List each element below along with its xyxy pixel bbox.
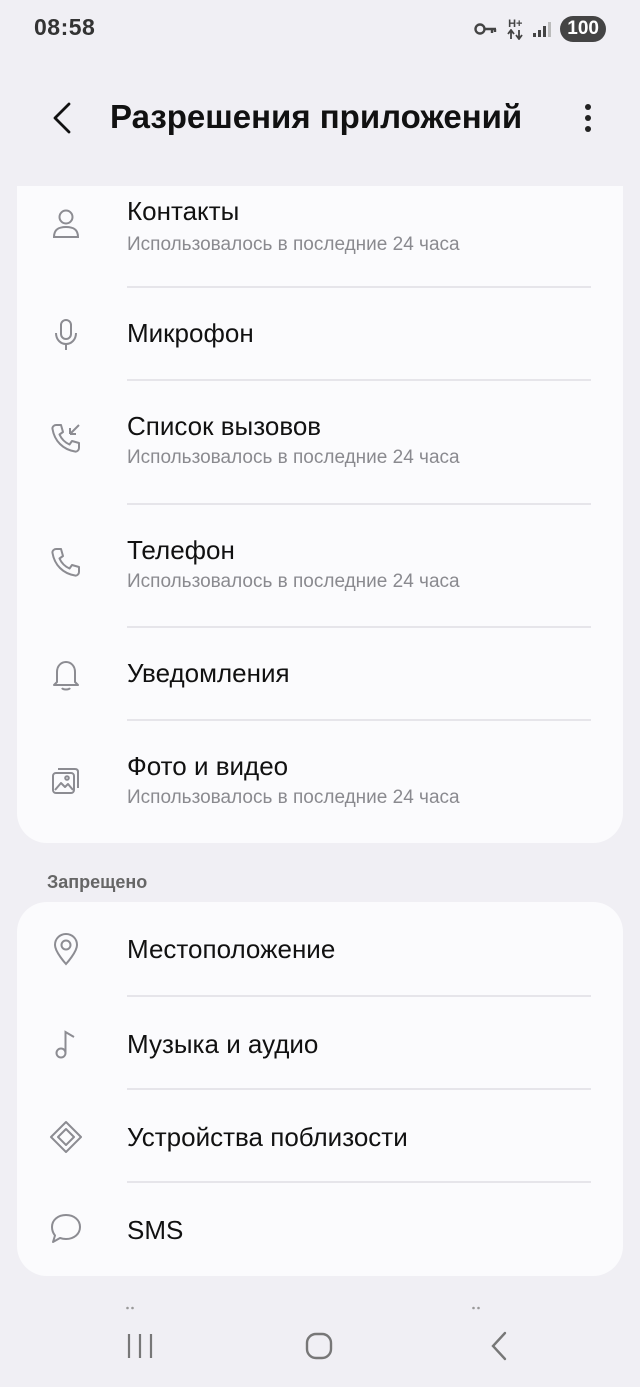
chevron-left-icon [53,102,71,134]
network-type-indicator: H+ [506,17,524,40]
permission-item-phone[interactable]: Телефон Использовалось в последние 24 ча… [17,505,623,628]
photos-icon [49,763,83,797]
permission-subtitle: Использовалось в последние 24 часа [127,234,460,255]
permission-subtitle: Использовалось в последние 24 часа [127,447,460,468]
permission-title: Список вызовов [127,411,322,441]
page-title: Разрешения приложений [110,98,523,135]
permission-item-music-audio[interactable]: Музыка и аудио [17,997,623,1090]
system-navigation-bar [0,1300,640,1387]
permission-item-call-log[interactable]: Список вызовов Использовалось в последни… [17,381,623,505]
permission-title: Контакты [127,196,240,226]
more-options-button[interactable] [570,96,606,140]
microphone-icon [49,318,83,352]
permission-subtitle: Использовалось в последние 24 часа [127,787,460,808]
person-icon [49,206,83,240]
allowed-permissions-card: Контакты Использовалось в последние 24 ч… [17,186,623,843]
section-header-denied: Запрещено [47,872,148,892]
permission-item-microphone[interactable]: Микрофон [17,288,623,381]
permission-item-nearby-devices[interactable]: Устройства поблизости [17,1090,623,1183]
permission-title: Устройства поблизости [127,1122,408,1152]
permission-subtitle: Использовалось в последние 24 часа [127,571,460,592]
network-type-label: H+ [508,17,523,30]
denied-permissions-card: Местоположение Музыка и аудио Устройства… [17,902,623,1276]
permission-item-location[interactable]: Местоположение [17,902,623,997]
nav-indicator-dots [126,1302,134,1310]
permission-title: Микрофон [127,318,254,348]
home-button[interactable] [294,1328,344,1364]
nav-back-icon [491,1331,507,1361]
status-time: 08:58 [34,14,96,40]
permission-item-notifications[interactable]: Уведомления [17,628,623,721]
recent-apps-button[interactable] [115,1328,165,1364]
bell-icon [49,658,83,692]
vpn-key-icon [474,23,497,35]
home-icon [305,1332,333,1360]
location-pin-icon [49,932,83,966]
permission-title: Телефон [127,535,235,565]
permission-title: Уведомления [127,658,290,688]
permission-item-photos[interactable]: Фото и видео Использовалось в последние … [17,721,623,843]
nearby-devices-icon [49,1120,83,1154]
back-button[interactable] [44,96,80,140]
permission-title: SMS [127,1215,184,1245]
permission-title: Музыка и аудио [127,1029,319,1059]
phone-icon [49,545,83,579]
app-bar: Разрешения приложений [0,88,640,148]
battery-indicator: 100 [560,16,606,42]
status-bar: 08:58 H+ 100 [0,0,640,58]
nav-back-button[interactable] [474,1328,524,1364]
signal-icon [533,22,552,37]
recent-apps-icon [127,1334,153,1358]
more-vertical-icon [585,104,591,132]
music-note-icon [49,1027,83,1061]
data-arrows-icon [507,28,524,40]
permission-title: Фото и видео [127,751,289,781]
status-icons: H+ 100 [474,16,606,42]
message-bubble-icon [49,1211,83,1245]
permission-item-contacts[interactable]: Контакты Использовалось в последние 24 ч… [17,186,623,288]
permission-title: Местоположение [127,934,336,964]
permission-item-sms[interactable]: SMS [17,1183,623,1276]
call-log-icon [49,421,83,455]
nav-indicator-dots [472,1302,480,1310]
